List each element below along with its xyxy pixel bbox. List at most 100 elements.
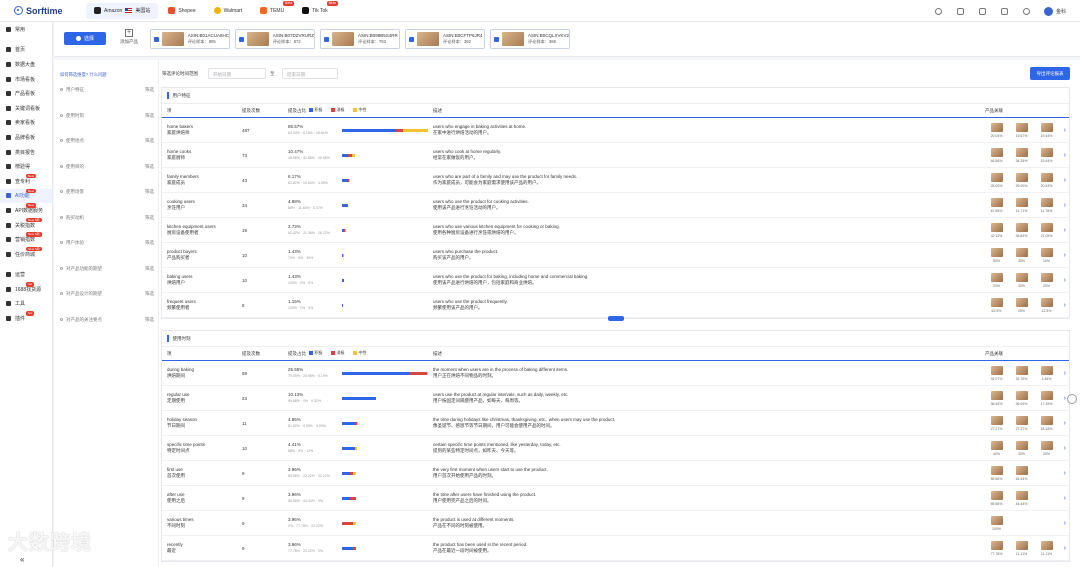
chevron-right-icon[interactable]: › xyxy=(1064,227,1066,234)
filter-link[interactable]: 筛选 xyxy=(145,87,154,93)
related-product[interactable]: 11.76% xyxy=(1035,197,1058,213)
chevron-right-icon[interactable]: › xyxy=(1064,302,1066,309)
dimension-row[interactable]: 用户体验 筛选 xyxy=(60,240,154,246)
filter-link[interactable]: 筛选 xyxy=(145,317,154,323)
filter-link[interactable]: 筛选 xyxy=(145,189,154,195)
related-product[interactable]: 55.56% xyxy=(985,465,1008,481)
related-product[interactable]: 42.11% xyxy=(985,222,1008,238)
related-product[interactable]: 30% xyxy=(1010,440,1033,456)
dimension-row[interactable]: 对产品的关注要点 筛选 xyxy=(60,317,154,323)
related-product[interactable]: 32.79% xyxy=(1010,365,1033,381)
sidebar-item[interactable]: 关税指数 New 5周 xyxy=(0,217,52,233)
table-row[interactable]: kitchen equipment users 厨房设备使用者 19 2.73% 52.… xyxy=(162,218,1069,243)
sidebar-item[interactable]: 工具 xyxy=(0,297,52,312)
dimension-row[interactable]: 使用目的 筛选 xyxy=(60,164,154,170)
sidebar-item[interactable]: 品牌看板 xyxy=(0,130,52,145)
tab-walmart[interactable]: Walmart xyxy=(206,3,250,19)
related-product[interactable]: 62.5% xyxy=(985,297,1008,313)
table-row[interactable]: specific time points 特定时间点 10 4.41% 88% · 0%… xyxy=(162,436,1069,461)
chevron-right-icon[interactable]: › xyxy=(1064,277,1066,284)
related-product[interactable]: 32.07% xyxy=(985,365,1008,381)
related-product[interactable]: 21.05% xyxy=(1035,222,1058,238)
chevron-right-icon[interactable]: › xyxy=(1064,520,1066,527)
support-icon[interactable] xyxy=(1067,394,1077,404)
related-product[interactable]: 25% xyxy=(1010,297,1033,313)
related-product[interactable]: 20% xyxy=(985,272,1008,288)
end-date-input[interactable]: 结束日期 xyxy=(282,68,338,79)
related-product[interactable]: 27.27% xyxy=(985,415,1008,431)
chevron-right-icon[interactable]: › xyxy=(1064,252,1066,259)
table-row[interactable]: during baking 烘焙期间 58 25.55% 79.09% · 20.95%… xyxy=(162,361,1069,386)
sidebar-item[interactable]: 卖家看板 xyxy=(0,116,52,131)
table-row[interactable]: after use 使用之后 9 3.96% 55.56% · 44.44% · 0% t… xyxy=(162,486,1069,511)
table-row[interactable]: various times 不同时刻 9 3.96% 0% · 77.78% · 22.… xyxy=(162,511,1069,536)
avatar[interactable] xyxy=(1043,6,1053,16)
table-row[interactable]: recently 最近 9 3.96% 77.78% · 22.22% · 0% the … xyxy=(162,536,1069,561)
dimension-row[interactable]: 购买动机 筛选 xyxy=(60,215,154,221)
table-row[interactable]: family members 家庭成员 43 6.17% 81.82% · 13.64%… xyxy=(162,168,1069,193)
sidebar-item[interactable]: 产品看板 xyxy=(0,86,52,101)
related-product[interactable]: 36.84% xyxy=(1010,222,1033,238)
dimension-row[interactable]: 使用地点 筛选 xyxy=(60,138,154,144)
help-link[interactable]: 如何筛选维度? 什么问题 xyxy=(60,72,107,78)
table-row[interactable]: home bakers 家庭烘焙师 487 85.57% 63.03% · 8.16% … xyxy=(162,118,1069,143)
related-product[interactable]: 77.78% xyxy=(985,540,1008,556)
table-row[interactable]: frequent users 频繁使用者 8 1.15% 100% · 0% · 0% u… xyxy=(162,293,1069,318)
related-product[interactable]: 20.93% xyxy=(1035,172,1058,188)
chevron-right-icon[interactable]: › xyxy=(1064,370,1066,377)
chevron-right-icon[interactable]: › xyxy=(1064,202,1066,209)
chevron-right-icon[interactable]: › xyxy=(1064,177,1066,184)
chevron-right-icon[interactable]: › xyxy=(1064,420,1066,427)
related-product[interactable]: 10% xyxy=(1035,247,1058,263)
related-product[interactable]: 30% xyxy=(1010,247,1033,263)
related-product[interactable]: 26.09% xyxy=(1010,390,1033,406)
dimension-row[interactable]: 对产品设计的期望 筛选 xyxy=(60,291,154,297)
chevron-right-icon[interactable]: › xyxy=(1064,152,1066,159)
related-product[interactable]: 30% xyxy=(1010,272,1033,288)
table-row[interactable]: regular use 定期使用 23 10.13% 99.68% · 0% · 0.3… xyxy=(162,386,1069,411)
filter-link[interactable]: 筛选 xyxy=(145,266,154,272)
dimension-row[interactable]: 用户特征 筛选 xyxy=(60,87,154,93)
related-product[interactable]: 44.44% xyxy=(1010,465,1033,481)
sidebar-item[interactable]: 查专利 New xyxy=(0,173,52,189)
related-product[interactable]: 100% xyxy=(985,515,1008,531)
related-product[interactable]: 55.56% xyxy=(985,490,1008,506)
fullscreen-icon[interactable] xyxy=(956,7,964,15)
related-product[interactable]: 3.45% xyxy=(1035,365,1058,381)
related-product[interactable]: 19.44% xyxy=(1035,122,1058,138)
filter-link[interactable]: 筛选 xyxy=(145,291,154,297)
sidebar-item[interactable]: 任价商城 New 5周 xyxy=(0,246,52,262)
related-product[interactable]: 40% xyxy=(985,440,1008,456)
related-product[interactable]: 18.18% xyxy=(1035,415,1058,431)
checkbox[interactable] xyxy=(409,36,414,42)
product-card[interactable]: ASIN:B098B5S4RR 评论样本：783 xyxy=(320,29,400,49)
related-product[interactable]: 11.11% xyxy=(1035,540,1058,556)
filter-link[interactable]: 筛选 xyxy=(145,113,154,119)
bookmark-icon[interactable] xyxy=(978,7,986,15)
product-card[interactable]: ASIN:B0CFTP6JR4 评论样本：392 xyxy=(405,29,485,49)
related-product[interactable]: 46.58% xyxy=(985,147,1008,163)
sidebar-item[interactable]: 插件 hot xyxy=(0,311,52,326)
filter-link[interactable]: 筛选 xyxy=(145,240,154,246)
checkbox[interactable] xyxy=(494,36,499,42)
sidebar-item[interactable]: 市场看板 xyxy=(0,72,52,87)
sidebar-item[interactable]: 1688找货源 hot xyxy=(0,282,52,297)
related-product[interactable]: 19.67% xyxy=(1010,122,1033,138)
product-card[interactable]: ASIN:B07DZVRURZ 评论样本：872 xyxy=(235,29,315,49)
settings-icon[interactable] xyxy=(934,7,942,15)
sidebar-item[interactable]: 数据大盘 xyxy=(0,57,52,72)
filter-link[interactable]: 筛选 xyxy=(145,164,154,170)
filter-link[interactable]: 筛选 xyxy=(145,138,154,144)
table-row[interactable]: baking users 烘焙用户 10 1.43% 100% · 0% · 0% use… xyxy=(162,268,1069,293)
checkbox[interactable] xyxy=(324,36,329,42)
related-product[interactable]: 50% xyxy=(985,247,1008,263)
related-product[interactable]: 67.65% xyxy=(985,197,1008,213)
app-logo[interactable]: Sorftime xyxy=(0,6,72,16)
sidebar-item[interactable]: 常用 xyxy=(0,22,52,37)
sidebar-item[interactable]: 运营 xyxy=(0,268,52,283)
tab-shopee[interactable]: Shopee xyxy=(160,3,203,19)
sidebar-item[interactable]: 榜验得 xyxy=(0,159,52,174)
expand-button[interactable] xyxy=(607,316,624,321)
start-date-input[interactable]: 开始日期 xyxy=(208,68,266,79)
tab-tiktok[interactable]: Tik Tok Beta xyxy=(294,0,338,19)
